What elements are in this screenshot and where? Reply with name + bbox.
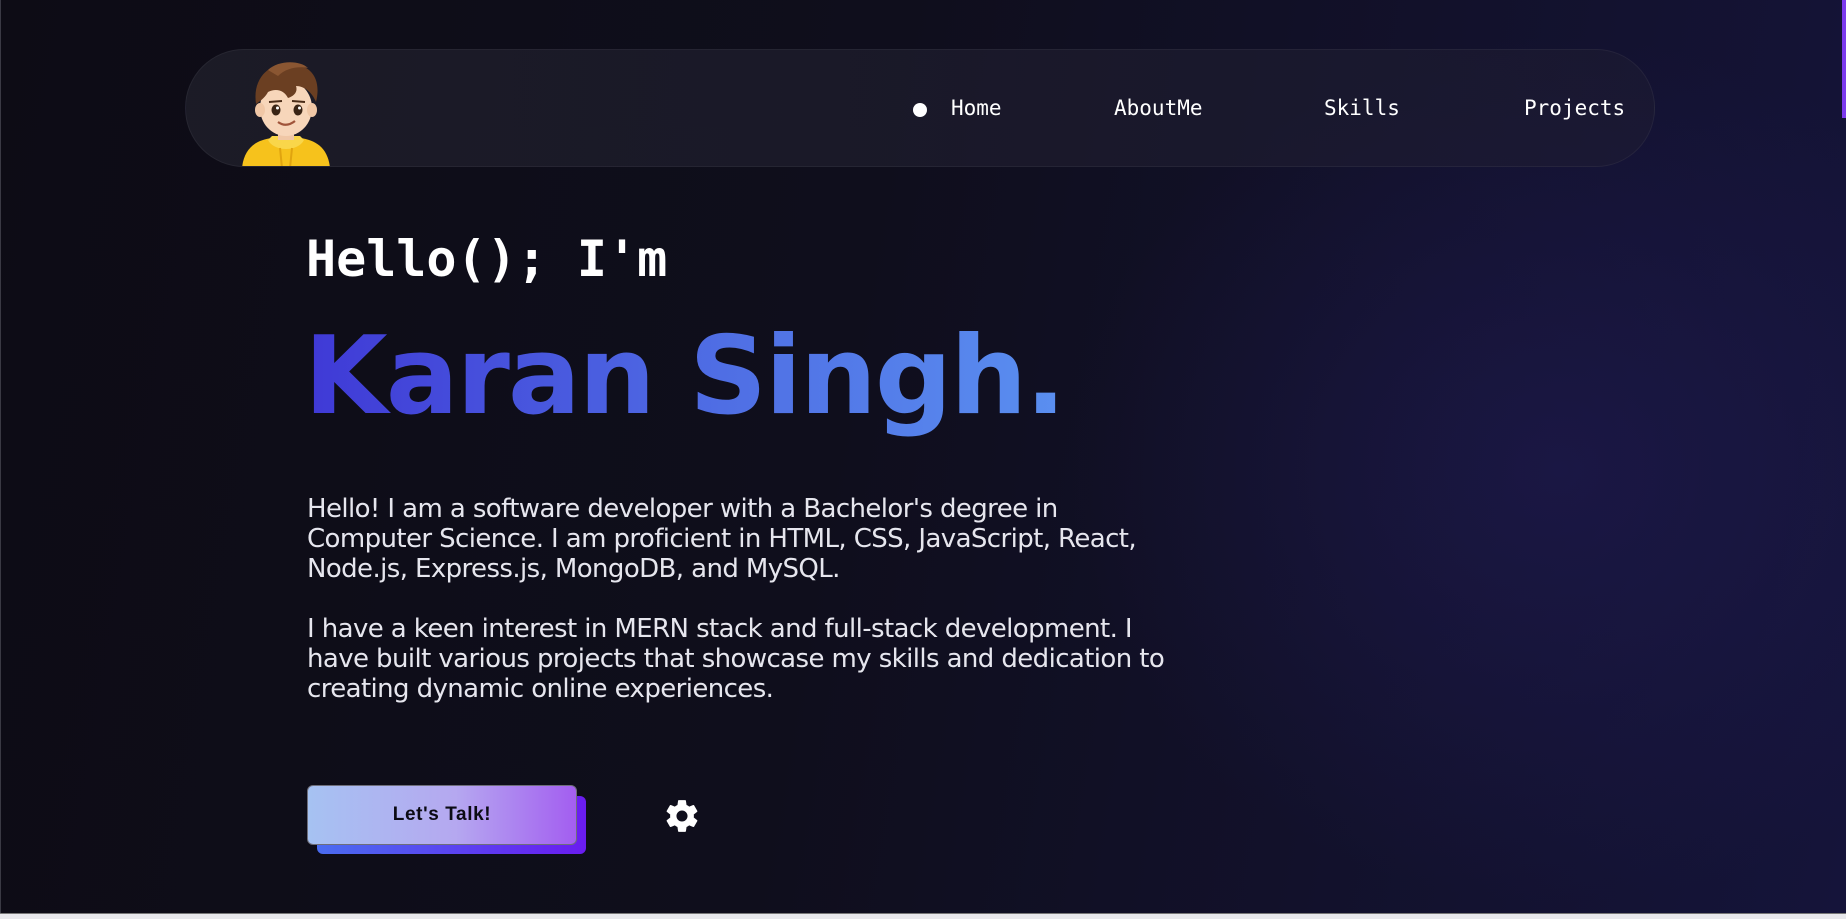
navbar: Home AboutMe Skills Projects	[185, 49, 1655, 167]
nav-item-home[interactable]: Home	[951, 96, 1002, 120]
active-indicator-dot	[913, 103, 927, 117]
gear-icon[interactable]	[663, 797, 701, 835]
hero-name: Karan Singh.	[304, 312, 1066, 442]
avatar-icon[interactable]	[238, 56, 334, 167]
nav-item-aboutme[interactable]: AboutMe	[1114, 96, 1203, 120]
window-edge	[0, 0, 1, 919]
nav-item-projects[interactable]: Projects	[1524, 96, 1625, 120]
scroll-indicator[interactable]	[1842, 0, 1846, 118]
portfolio-page: Home AboutMe Skills Projects Hello(); I'…	[0, 0, 1846, 919]
bio-paragraph: I have a keen interest in MERN stack and…	[307, 614, 1165, 704]
hero-bio: Hello! I am a software developer with a …	[307, 494, 1177, 734]
nav-item-skills[interactable]: Skills	[1324, 96, 1400, 120]
bio-paragraph: Hello! I am a software developer with a …	[307, 494, 1137, 584]
lets-talk-button[interactable]: Let's Talk!	[307, 785, 577, 845]
bottom-border	[0, 913, 1846, 919]
hero-greeting: Hello(); I'm	[306, 230, 668, 288]
